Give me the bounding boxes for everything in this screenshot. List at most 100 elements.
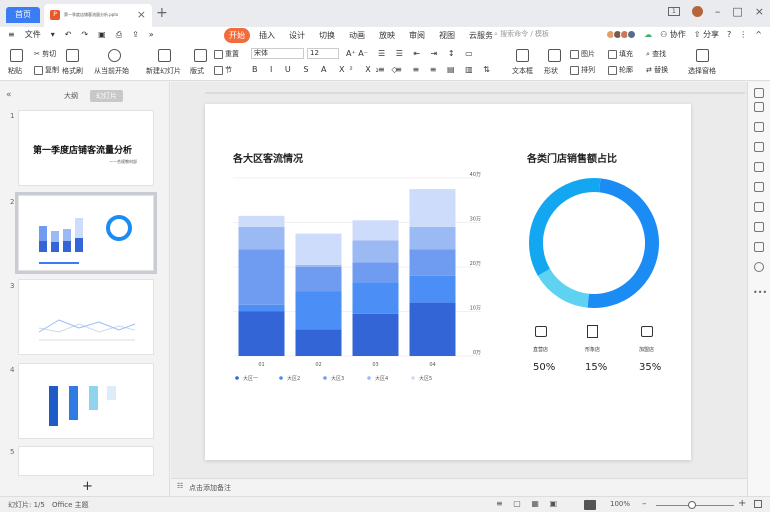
lock-icon[interactable] bbox=[754, 182, 764, 192]
zoom-out-icon[interactable]: – bbox=[642, 499, 647, 509]
restore-icon[interactable]: □ bbox=[732, 5, 742, 18]
adjust-icon[interactable] bbox=[754, 162, 764, 172]
donut-chart[interactable] bbox=[205, 104, 691, 460]
undo-icon[interactable]: ↶ bbox=[65, 30, 72, 39]
slide-thumbnail-1[interactable]: 第一季度店铺客流量分析 ——合规教材部 bbox=[18, 110, 154, 186]
tab-8[interactable]: 云服务 bbox=[464, 28, 498, 43]
help-side-icon[interactable] bbox=[754, 262, 764, 272]
textbox-button[interactable]: 文本框 bbox=[512, 66, 533, 76]
arrange-button[interactable]: 排列 bbox=[570, 65, 595, 75]
export-icon[interactable]: ⇪ bbox=[132, 30, 139, 39]
collaborator-avatars[interactable] bbox=[606, 30, 637, 39]
save-icon[interactable]: ▣ bbox=[98, 30, 106, 39]
tab-6[interactable]: 审阅 bbox=[404, 28, 430, 43]
add-slide-icon[interactable]: + bbox=[82, 479, 93, 494]
cloud-sync-icon[interactable]: ☁ bbox=[644, 30, 652, 39]
tab-1[interactable]: 插入 bbox=[254, 28, 280, 43]
tab-2[interactable]: 设计 bbox=[284, 28, 310, 43]
export-side-icon[interactable] bbox=[754, 202, 764, 212]
font-grow-icon[interactable]: A⁺ A⁻ bbox=[346, 49, 368, 58]
panel-tab-0[interactable]: 大纲 bbox=[58, 90, 84, 102]
new-slide-icon[interactable] bbox=[158, 49, 171, 64]
more-icon[interactable]: ⋮ bbox=[739, 30, 747, 39]
select-pane-button[interactable]: 选择窗格 bbox=[688, 66, 716, 76]
home-tab[interactable]: 首页 bbox=[6, 7, 40, 23]
zoom-in-icon[interactable]: + bbox=[738, 498, 746, 509]
hamburger-icon[interactable]: ≡ bbox=[8, 30, 15, 39]
slide-editor[interactable]: 各大区客流情况 各类门店销售额占比 0万 10万 20万 30万 40万 01 02 03 04… bbox=[205, 104, 691, 460]
notes-bar[interactable]: ☷ 点击添加备注 bbox=[171, 478, 747, 496]
section-button[interactable]: 节 bbox=[214, 65, 232, 75]
ppt-file-icon: P bbox=[50, 10, 60, 20]
minimize-icon[interactable]: – bbox=[715, 5, 721, 18]
user-avatar[interactable] bbox=[691, 6, 703, 17]
collapse-ribbon-icon[interactable]: ^ bbox=[755, 30, 762, 39]
play-slideshow-icon[interactable] bbox=[584, 500, 596, 510]
font-name-select[interactable]: 宋体 bbox=[251, 48, 304, 59]
tab-0[interactable]: 开始 bbox=[224, 28, 250, 43]
collapse-panel-icon[interactable]: « bbox=[6, 90, 12, 100]
slide-thumbnail-5[interactable] bbox=[18, 446, 154, 476]
slide-thumbnail-3[interactable] bbox=[18, 279, 154, 355]
pen-icon[interactable] bbox=[754, 102, 764, 112]
sidebar-collapse-icon[interactable] bbox=[754, 88, 764, 98]
paste-button[interactable]: 粘贴 bbox=[8, 66, 22, 76]
picture-button[interactable]: 图片 bbox=[570, 49, 595, 59]
textbox-icon[interactable] bbox=[516, 49, 529, 64]
find-button[interactable]: ⌕ 查找 bbox=[646, 49, 666, 59]
outline-button[interactable]: 轮廓 bbox=[608, 65, 633, 75]
share-button[interactable]: ⇧ 分享 bbox=[694, 29, 719, 40]
help-icon[interactable]: ? bbox=[727, 30, 731, 39]
shapes-icon[interactable] bbox=[754, 142, 764, 152]
tab-5[interactable]: 放映 bbox=[374, 28, 400, 43]
cursor-icon[interactable] bbox=[754, 122, 764, 132]
cut-button[interactable]: ✂ 剪切 bbox=[34, 49, 56, 59]
new-slide-button[interactable]: 新建幻灯片 bbox=[146, 66, 181, 76]
more-tools-icon[interactable]: ••• bbox=[753, 288, 767, 297]
theme-name[interactable]: Office 主题 bbox=[52, 500, 89, 510]
zoom-level[interactable]: 100% bbox=[610, 500, 630, 508]
list-icons[interactable]: ☰ ☰ ⇤ ⇥ ↕ ▭ bbox=[378, 49, 477, 58]
select-pane-icon[interactable] bbox=[696, 49, 709, 64]
new-tab-icon[interactable]: + bbox=[156, 5, 168, 21]
layout-icon[interactable]: 1 bbox=[667, 7, 680, 16]
play-icon[interactable] bbox=[108, 49, 121, 64]
print-icon[interactable]: ⎙ bbox=[116, 30, 122, 40]
replace-button[interactable]: ⇄ 替换 bbox=[646, 65, 668, 75]
tab-3[interactable]: 切换 bbox=[314, 28, 340, 43]
fit-window-icon[interactable] bbox=[754, 500, 762, 508]
file-menu[interactable]: 文件 bbox=[25, 29, 41, 40]
format-painter-button[interactable]: 格式刷 bbox=[62, 66, 83, 76]
share-side-icon[interactable] bbox=[754, 242, 764, 252]
play-from-current-button[interactable]: 从当前开始 bbox=[94, 66, 129, 76]
zoom-slider-handle[interactable] bbox=[688, 501, 696, 509]
align-icons[interactable]: ≡ ≡ ≡ ≡ ▤ ▥ ⇅ bbox=[378, 65, 494, 74]
collab-button[interactable]: ⚇ 协作 bbox=[660, 29, 686, 40]
format-painter-icon[interactable] bbox=[66, 49, 79, 64]
reset-button[interactable]: 重置 bbox=[214, 49, 239, 59]
panel-tab-1[interactable]: 幻灯片 bbox=[90, 90, 123, 102]
tab-7[interactable]: 视图 bbox=[434, 28, 460, 43]
redo-icon[interactable]: ↷ bbox=[81, 30, 88, 39]
command-search[interactable]: ⌕ 搜索命令 / 模板 bbox=[494, 29, 549, 39]
more-quick-icon[interactable]: » bbox=[149, 30, 154, 39]
tab-4[interactable]: 动画 bbox=[344, 28, 370, 43]
fill-button[interactable]: 填充 bbox=[608, 49, 633, 59]
slide-thumbnail-4[interactable] bbox=[18, 363, 154, 439]
close-tab-icon[interactable]: × bbox=[137, 8, 146, 22]
file-dropdown-icon[interactable]: ▾ bbox=[51, 30, 55, 39]
table-icon[interactable] bbox=[754, 222, 764, 232]
layout-button[interactable]: 版式 bbox=[190, 66, 204, 76]
layout-icon-big[interactable] bbox=[194, 49, 207, 64]
view-mode-icons[interactable]: ≡ ▢ ▦ ▣ bbox=[496, 499, 561, 508]
shape-icon[interactable] bbox=[548, 49, 561, 64]
paste-icon[interactable] bbox=[10, 49, 23, 64]
donut-slice bbox=[537, 268, 590, 308]
close-window-icon[interactable]: × bbox=[755, 5, 764, 18]
copy-button[interactable]: 复制 bbox=[34, 65, 59, 75]
horizontal-ruler[interactable] bbox=[205, 86, 745, 94]
font-size-select[interactable]: 12 bbox=[307, 48, 339, 59]
shape-button[interactable]: 形状 bbox=[544, 66, 558, 76]
document-tab[interactable]: P 第一季度店铺客流量分析.pptx × bbox=[44, 4, 152, 27]
slide-thumbnail-2[interactable] bbox=[15, 192, 157, 274]
